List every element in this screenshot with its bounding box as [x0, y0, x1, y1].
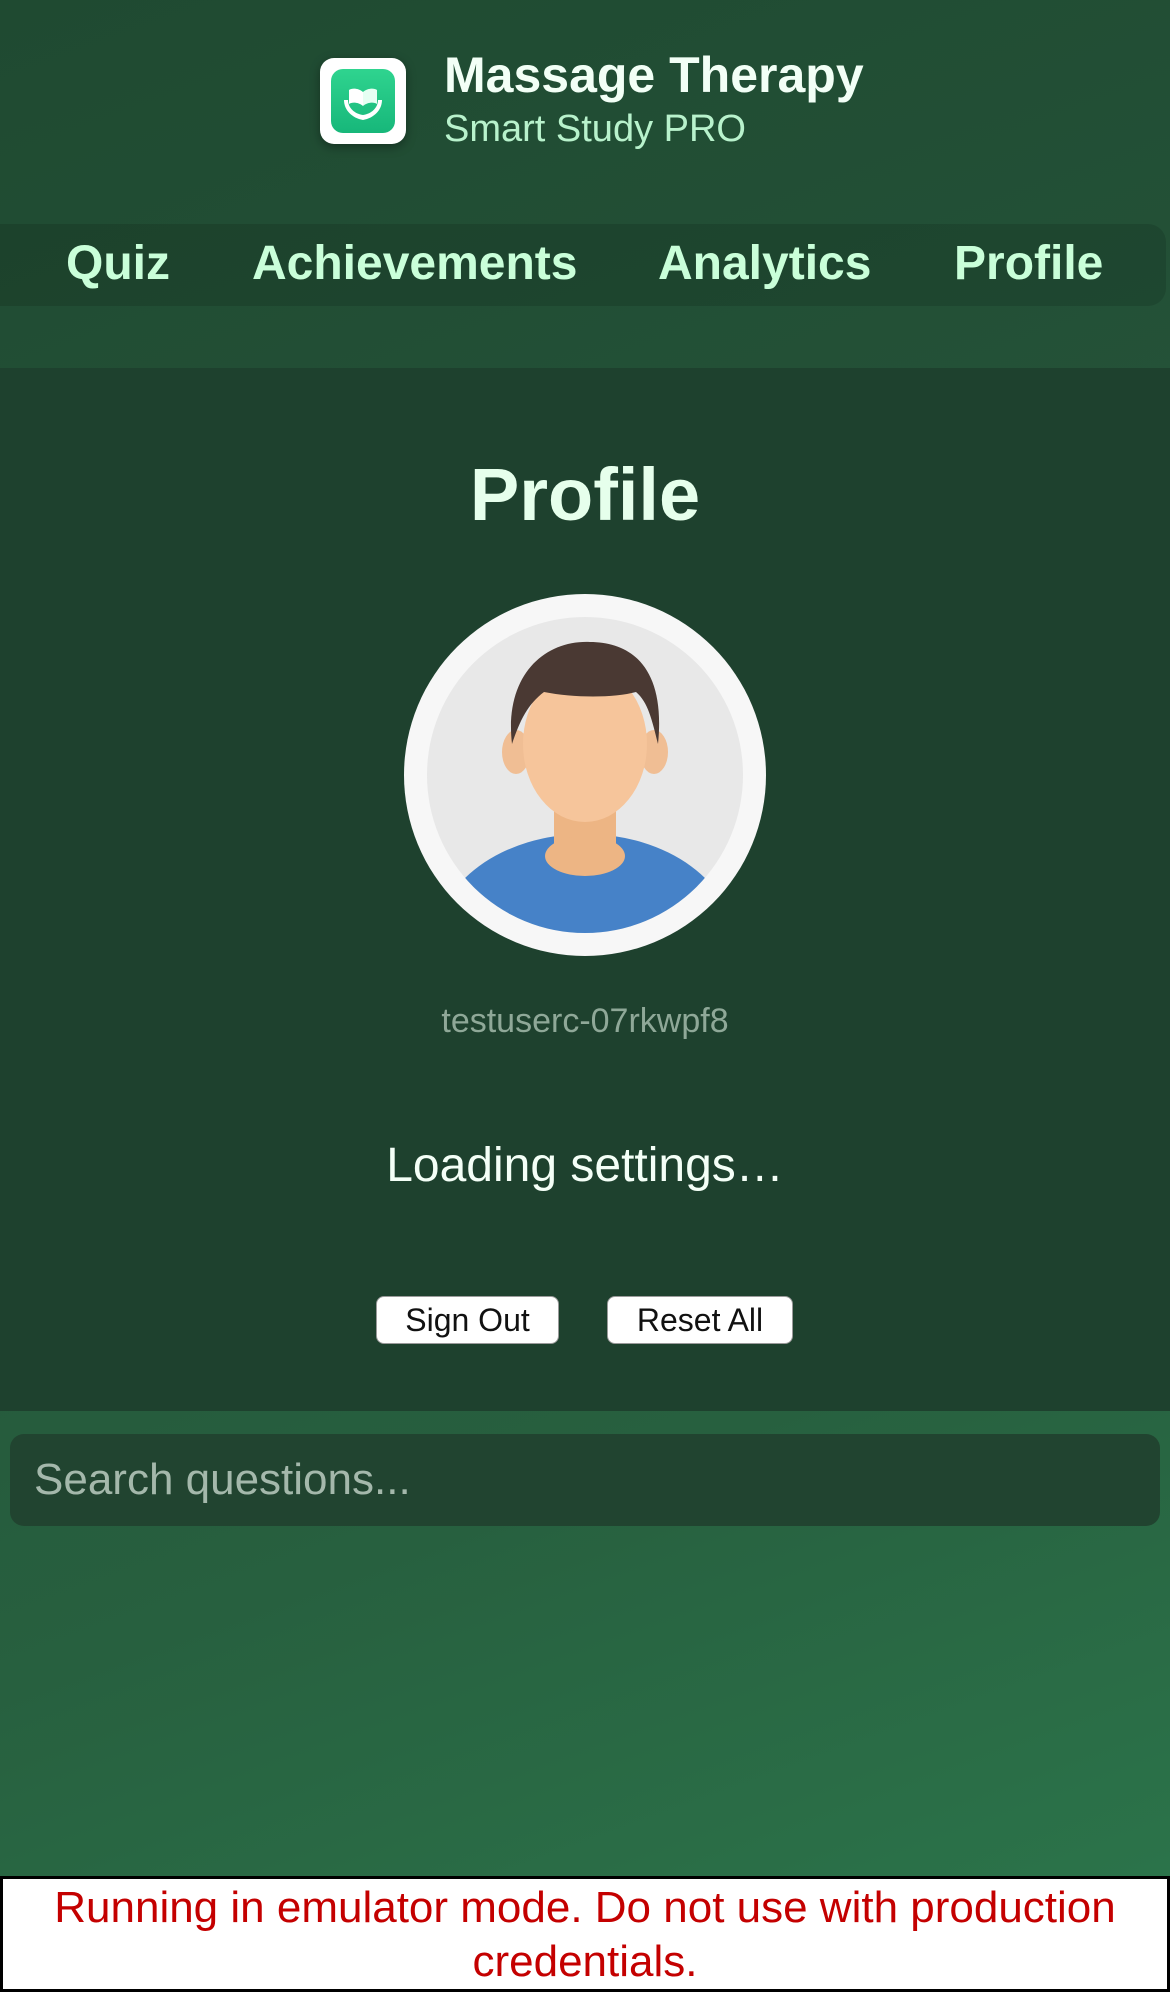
app-header: Massage Therapy Smart Study PRO — [0, 0, 1170, 200]
tab-profile[interactable]: Profile — [954, 236, 1103, 292]
emulator-warning-banner: Running in emulator mode. Do not use wit… — [0, 1876, 1170, 1992]
tab-achievements[interactable]: Achievements — [252, 236, 577, 292]
app-subtitle: Smart Study PRO — [444, 108, 746, 150]
app-title: Massage Therapy — [444, 47, 864, 103]
person-avatar-icon — [427, 617, 743, 933]
nav-tabs: Quiz Achievements Analytics Profile — [0, 224, 1166, 306]
reset-all-button[interactable]: Reset All — [607, 1296, 793, 1344]
page-title: Profile — [469, 453, 701, 536]
avatar — [404, 594, 766, 956]
tab-quiz[interactable]: Quiz — [66, 236, 170, 292]
profile-panel: Profile testuserc-07rkwpf8 Loading setti… — [0, 368, 1170, 1411]
sign-out-button[interactable]: Sign Out — [376, 1296, 559, 1344]
username: testuserc-07rkwpf8 — [441, 1002, 729, 1040]
loading-settings-text: Loading settings… — [386, 1139, 784, 1192]
search-input[interactable] — [10, 1434, 1160, 1526]
tab-analytics[interactable]: Analytics — [658, 236, 871, 292]
hands-holding-book-icon — [320, 58, 406, 144]
